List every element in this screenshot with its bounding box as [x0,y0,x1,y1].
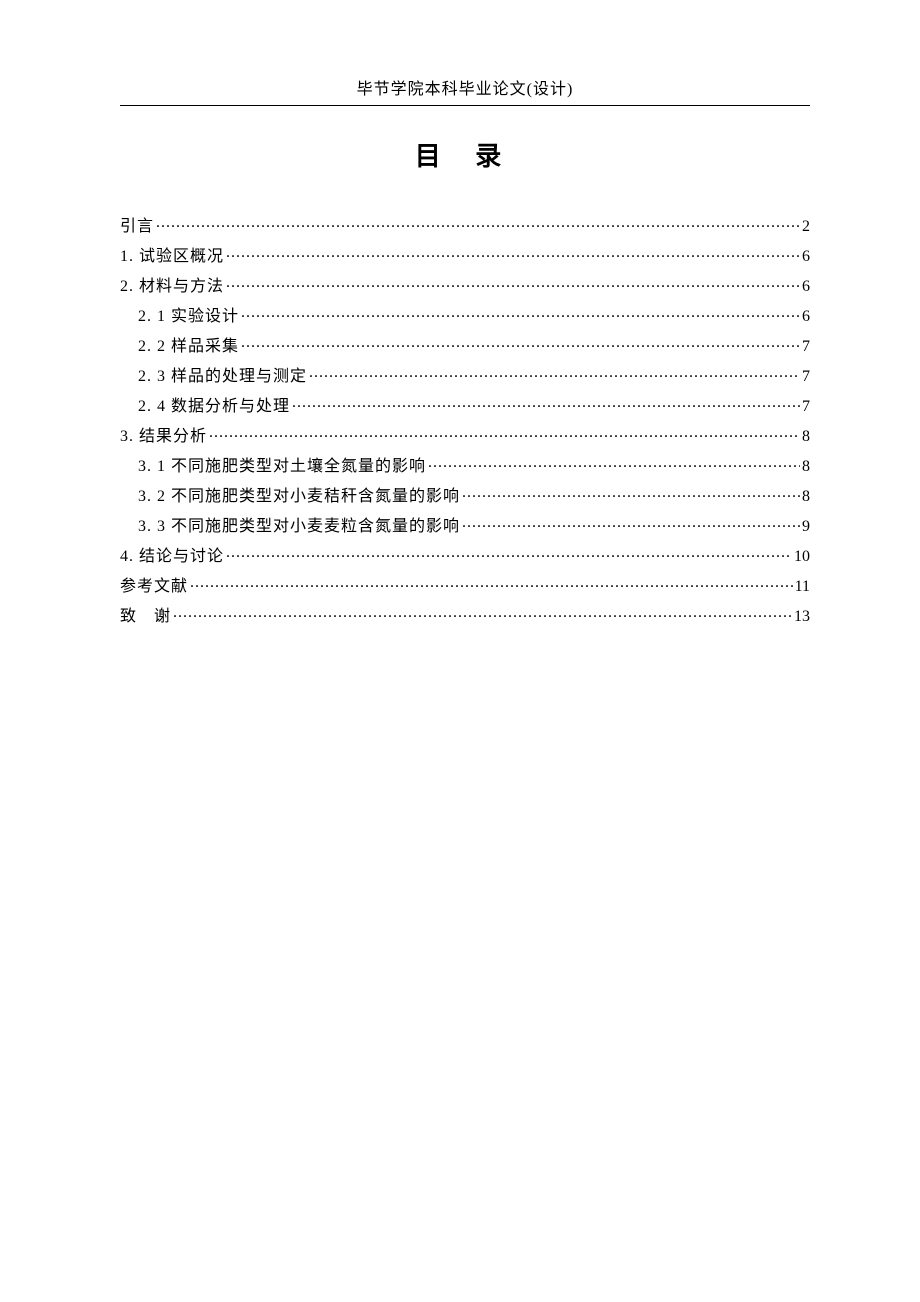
toc-entry-page: 8 [802,489,810,505]
toc-leader-dots [226,545,792,561]
toc-entry-page: 7 [802,369,810,385]
toc-entry-page: 2 [802,219,810,235]
toc-entry-page: 8 [802,429,810,445]
toc-leader-dots [462,485,800,501]
toc-leader-dots [462,515,800,531]
toc-entry-label: 2. 3 样品的处理与测定 [120,369,307,385]
toc-entry-label: 3. 2 不同施肥类型对小麦秸秆含氮量的影响 [120,489,460,505]
toc-entry-label: 3. 3 不同施肥类型对小麦麦粒含氮量的影响 [120,519,460,535]
toc-leader-dots [309,365,800,381]
toc-entry-page: 7 [802,399,810,415]
toc-entry-label: 2. 1 实验设计 [120,309,239,325]
toc-leader-dots [241,305,800,321]
toc-entry: 1. 试验区概况 6 [120,245,810,265]
toc-entry-page: 6 [802,309,810,325]
toc-leader-dots [428,455,800,471]
toc-leader-dots [292,395,800,411]
toc-entry-page: 8 [802,459,810,475]
toc-entry-page: 7 [802,339,810,355]
toc-entry: 引言 2 [120,215,810,235]
toc-leader-dots [190,575,793,591]
toc-leader-dots [226,245,800,261]
page-container: 毕节学院本科毕业论文(设计) 目 录 引言 2 1. 试验区概况 6 2. 材料… [0,0,920,625]
toc-entry-page: 13 [794,609,810,625]
toc-leader-dots [226,275,800,291]
running-header: 毕节学院本科毕业论文(设计) [120,75,810,105]
toc-leader-dots [173,605,792,621]
toc-entry: 2. 3 样品的处理与测定 7 [120,365,810,385]
toc-entry-label: 2. 4 数据分析与处理 [120,399,290,415]
toc-entry-label: 4. 结论与讨论 [120,549,224,565]
toc-entry: 2. 材料与方法 6 [120,275,810,295]
toc-leader-dots [241,335,800,351]
toc-title: 目 录 [120,136,810,173]
toc-entry: 2. 1 实验设计 6 [120,305,810,325]
toc-entry: 3. 3 不同施肥类型对小麦麦粒含氮量的影响 9 [120,515,810,535]
toc-list: 引言 2 1. 试验区概况 6 2. 材料与方法 6 2. 1 实验设计 6 2… [120,215,810,625]
toc-entry: 致 谢 13 [120,605,810,625]
toc-entry-label: 3. 结果分析 [120,429,207,445]
toc-entry: 3. 结果分析 8 [120,425,810,445]
toc-entry-label: 2. 材料与方法 [120,279,224,295]
toc-entry-page: 9 [802,519,810,535]
toc-entry-page: 11 [795,579,810,595]
toc-entry-label: 1. 试验区概况 [120,249,224,265]
toc-entry: 3. 2 不同施肥类型对小麦秸秆含氮量的影响 8 [120,485,810,505]
toc-entry-label: 引言 [120,219,154,235]
header-underline [120,105,810,106]
toc-entry-page: 10 [794,549,810,565]
toc-entry-label: 2. 2 样品采集 [120,339,239,355]
toc-entry: 3. 1 不同施肥类型对土壤全氮量的影响 8 [120,455,810,475]
toc-entry: 2. 4 数据分析与处理 7 [120,395,810,415]
toc-leader-dots [156,215,800,231]
toc-entry-label: 参考文献 [120,579,188,595]
toc-entry: 4. 结论与讨论 10 [120,545,810,565]
toc-entry-label: 致 谢 [120,609,171,625]
toc-entry: 参考文献 11 [120,575,810,595]
toc-entry-page: 6 [802,279,810,295]
toc-entry-page: 6 [802,249,810,265]
toc-entry: 2. 2 样品采集 7 [120,335,810,355]
toc-entry-label: 3. 1 不同施肥类型对土壤全氮量的影响 [120,459,426,475]
toc-leader-dots [209,425,800,441]
